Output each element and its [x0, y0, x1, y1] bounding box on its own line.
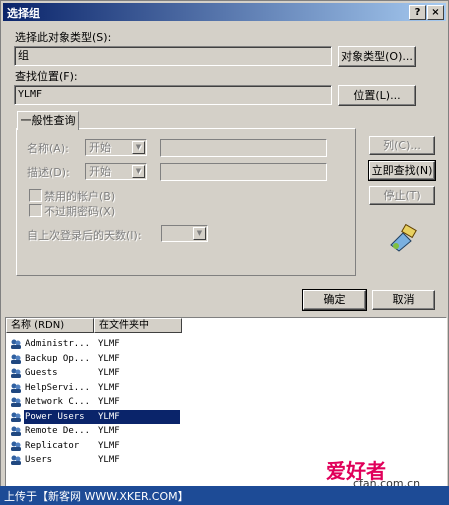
row-folder: YLMF: [98, 411, 120, 422]
row-folder: YLMF: [98, 353, 120, 364]
column-header-name[interactable]: 名称 (RDN): [6, 318, 94, 333]
group-icon: [11, 383, 21, 393]
table-row[interactable]: Power Users YLMF: [6, 409, 446, 424]
description-input[interactable]: [160, 163, 327, 181]
name-input[interactable]: [160, 139, 327, 157]
days-since-login-label: 自上次登录后的天数(I):: [27, 229, 142, 242]
object-type-label: 选择此对象类型(S):: [15, 31, 112, 44]
group-icon: [11, 368, 21, 378]
name-condition-combo[interactable]: 开始 ▼: [85, 139, 147, 156]
row-name: Guests: [25, 368, 58, 378]
name-condition-value: 开始: [89, 141, 111, 154]
group-icon: [11, 455, 21, 465]
description-condition-value: 开始: [89, 165, 111, 178]
upload-banner: 上传于【新客网 WWW.XKER.COM】: [0, 486, 449, 505]
group-icon: [11, 441, 21, 451]
days-since-login-combo[interactable]: ▼: [161, 225, 208, 242]
disabled-accounts-label: 禁用的帐户(B): [44, 190, 116, 203]
no-expire-label: 不过期密码(X): [44, 205, 116, 218]
row-folder: YLMF: [98, 397, 120, 407]
row-name: Backup Op...: [25, 353, 91, 364]
select-group-dialog: 选择组 ? × 选择此对象类型(S): 组 对象类型(O)... 查找位置(F)…: [0, 0, 449, 505]
row-folder: YLMF: [98, 339, 120, 349]
table-row[interactable]: Remote De... YLMF: [6, 424, 446, 438]
group-icon: [11, 339, 21, 349]
row-name: Replicator: [25, 440, 80, 451]
table-row[interactable]: Network C... YLMF: [6, 395, 446, 409]
stop-button[interactable]: 停止(T): [369, 186, 435, 205]
ok-button[interactable]: 确定: [302, 289, 367, 311]
table-row[interactable]: Backup Op... YLMF: [6, 352, 446, 366]
location-button[interactable]: 位置(L)...: [338, 85, 416, 106]
row-name: Remote De...: [25, 426, 91, 436]
object-type-field: 组: [14, 46, 332, 66]
location-label: 查找位置(F):: [15, 70, 78, 83]
close-button[interactable]: ×: [427, 5, 444, 20]
row-folder: YLMF: [98, 368, 120, 378]
table-row[interactable]: Replicator YLMF: [6, 439, 446, 453]
no-expire-checkbox[interactable]: [29, 204, 42, 217]
chevron-down-icon[interactable]: ▼: [193, 227, 206, 240]
row-name: Power Users: [25, 411, 85, 422]
description-condition-combo[interactable]: 开始 ▼: [85, 163, 147, 180]
row-name: HelpServi...: [25, 382, 91, 393]
disabled-accounts-checkbox[interactable]: [29, 189, 42, 202]
chevron-down-icon[interactable]: ▼: [132, 165, 145, 178]
table-row[interactable]: Administr... YLMF: [6, 337, 446, 351]
row-folder: YLMF: [98, 382, 120, 393]
name-label: 名称(A):: [27, 142, 69, 155]
table-row[interactable]: HelpServi... YLMF: [6, 381, 446, 395]
search-animation-icon: [390, 223, 417, 252]
table-row[interactable]: Guests YLMF: [6, 366, 446, 380]
row-folder: YLMF: [98, 455, 120, 465]
row-name: Network C...: [25, 397, 91, 407]
row-folder: YLMF: [98, 440, 120, 451]
column-header-folder[interactable]: 在文件夹中: [94, 318, 182, 333]
description-label: 描述(D):: [27, 166, 70, 179]
cancel-button[interactable]: 取消: [372, 290, 435, 310]
title-bar[interactable]: 选择组 ? ×: [3, 3, 446, 21]
general-query-panel: 名称(A): 开始 ▼ 描述(D): 开始 ▼ 禁用的帐户(B) 不过期密码(X…: [16, 128, 356, 276]
upload-banner-text: 上传于【新客网 WWW.XKER.COM】: [4, 490, 189, 503]
row-folder: YLMF: [98, 426, 120, 436]
object-type-button[interactable]: 对象类型(O)...: [338, 46, 416, 67]
chevron-down-icon[interactable]: ▼: [132, 141, 145, 154]
find-now-button[interactable]: 立即查找(N): [368, 160, 436, 181]
window-title: 选择组: [7, 7, 40, 20]
group-icon: [11, 397, 21, 407]
location-field: YLMF: [14, 85, 332, 105]
tab-general-query[interactable]: 一般性查询: [17, 111, 79, 130]
help-button[interactable]: ?: [409, 5, 426, 20]
columns-button[interactable]: 列(C)...: [369, 136, 435, 155]
row-name: Users: [25, 455, 53, 465]
group-icon: [11, 412, 21, 422]
group-icon: [11, 426, 21, 436]
group-icon: [11, 354, 21, 364]
row-name: Administr...: [25, 339, 91, 349]
